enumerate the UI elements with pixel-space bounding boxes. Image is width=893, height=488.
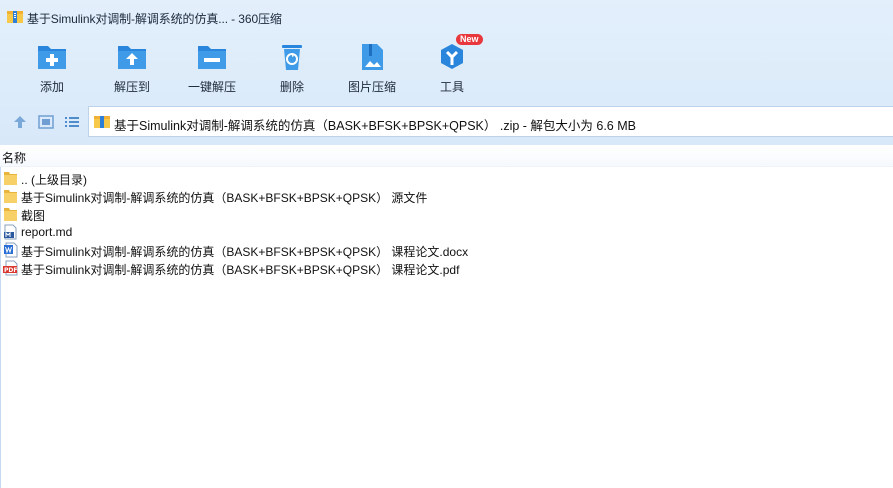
file-name: 基于Simulink对调制-解调系统的仿真（BASK+BFSK+BPSK+QPS… [21,245,469,259]
image-compress-button[interactable]: 图片压缩 [332,34,412,100]
file-name: 基于Simulink对调制-解调系统的仿真（BASK+BFSK+BPSK+QPS… [21,263,460,277]
one-click-extract-label: 一键解压 [187,80,236,94]
title-bar: 基于Simulink对调制-解调系统的仿真... - 360压缩 [0,0,893,34]
list-item-pdf[interactable]: PDF 基于Simulink对调制-解调系统的仿真（BASK+BFSK+BPSK… [0,259,600,277]
navigation-bar: 基于Simulink对调制-解调系统的仿真（BASK+BFSK+BPSK+QPS… [0,106,893,138]
image-compress-icon [362,44,383,70]
image-compress-label: 图片压缩 [347,80,396,94]
extract-to-label: 解压到 [113,80,150,94]
one-click-extract-button[interactable]: 一键解压 [172,34,252,100]
tools-icon [441,44,463,69]
column-header-name[interactable]: 名称 [0,145,893,167]
list-item-parent-dir[interactable]: .. (上级目录) [0,169,600,187]
folder-icon [4,172,17,185]
thumbnail-view-icon[interactable] [38,114,54,130]
folder-icon [4,208,17,221]
list-item-screenshots-folder[interactable]: 截图 [0,205,600,223]
list-item-docx[interactable]: 基于Simulink对调制-解调系统的仿真（BASK+BFSK+BPSK+QPS… [0,241,600,259]
extract-to-button[interactable]: 解压到 [92,34,172,100]
file-name: 截图 [21,209,46,223]
main-toolbar: 添加 解压到 一键解压 删除 图片压缩 New 工具 [0,34,893,100]
archive-file-icon [94,116,110,128]
new-badge: New [456,34,483,45]
file-name: .. (上级目录) [21,173,87,187]
word-file-icon [4,242,18,258]
archive-path: 基于Simulink对调制-解调系统的仿真（BASK+BFSK+BPSK+QPS… [114,119,636,133]
up-arrow-icon[interactable] [12,114,28,130]
add-button[interactable]: 添加 [12,34,92,100]
folder-icon [4,190,17,203]
path-bar[interactable]: 基于Simulink对调制-解调系统的仿真（BASK+BFSK+BPSK+QPS… [88,106,893,137]
archive-logo-icon [7,11,23,23]
window-title: 基于Simulink对调制-解调系统的仿真... - 360压缩 [27,12,282,26]
add-icon [38,46,66,69]
delete-label: 删除 [279,80,304,94]
delete-button[interactable]: 删除 [252,34,332,100]
column-name-label: 名称 [2,151,27,165]
list-item-report-md[interactable]: report.md [0,223,600,241]
tools-button[interactable]: New 工具 [412,34,492,100]
tools-label: 工具 [439,80,464,94]
file-name: report.md [21,225,73,239]
file-name: 基于Simulink对调制-解调系统的仿真（BASK+BFSK+BPSK+QPS… [21,191,428,205]
list-view-icon[interactable] [64,114,80,130]
add-label: 添加 [39,80,64,94]
svg-text:PDF: PDF [4,267,17,274]
pdf-file-icon: PDF [3,260,18,276]
one-click-extract-icon [198,46,226,69]
list-item-source-folder[interactable]: 基于Simulink对调制-解调系统的仿真（BASK+BFSK+BPSK+QPS… [0,187,600,205]
markdown-file-icon [4,224,17,240]
delete-icon [282,45,302,70]
extract-to-icon [118,46,146,69]
file-list: 名称 .. (上级目录) 基于Simulink对调制-解调系统的仿真（BASK+… [0,145,893,488]
